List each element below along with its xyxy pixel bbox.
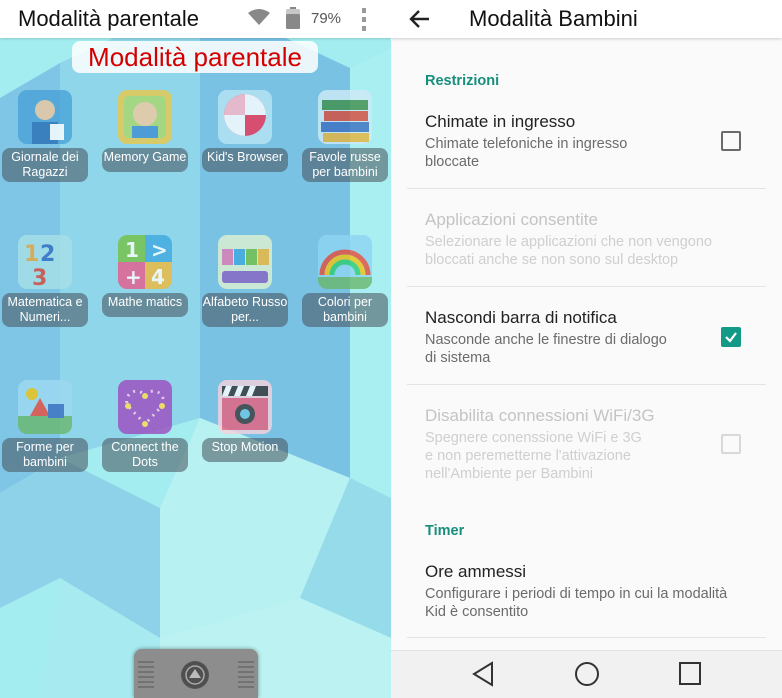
setting-hide-notification-bar-subtitle: Nasconde anche le finestre di dialogo di… bbox=[425, 331, 745, 367]
section-header-timer: Timer bbox=[425, 523, 465, 539]
app-forme-per-bambini[interactable]: Forme per bambini bbox=[2, 380, 88, 480]
launcher-screen: Modalità parentale 79% Modalità parental… bbox=[0, 0, 391, 698]
subtitle-line: Selezionare le applicazioni che non veng… bbox=[425, 234, 712, 250]
svg-text:>: > bbox=[151, 238, 168, 262]
shapes-icon bbox=[18, 380, 72, 434]
app-label: Alfabeto Russo per... bbox=[202, 293, 288, 327]
newspaper-boy-icon bbox=[18, 90, 72, 144]
svg-text:1: 1 bbox=[125, 238, 139, 262]
svg-text:1: 1 bbox=[24, 242, 39, 267]
subtitle-line: Configurare i periodi di tempo in cui la… bbox=[425, 586, 728, 602]
setting-allowed-hours-subtitle: Configurare i periodi di tempo in cui la… bbox=[425, 585, 765, 621]
dots-heart-icon bbox=[118, 380, 172, 434]
divider bbox=[407, 384, 766, 385]
setting-disable-wifi-subtitle: Spegnere conenssione WiFi e 3G e non per… bbox=[425, 429, 745, 483]
subtitle-line: e non peremetterne l'attivazione bbox=[425, 448, 631, 464]
page-title: Modalità Bambini bbox=[469, 6, 638, 31]
app-label: Connect the Dots bbox=[102, 438, 188, 472]
app-label: Giornale dei Ragazzi bbox=[2, 148, 88, 182]
nav-recents-icon[interactable] bbox=[678, 661, 702, 687]
divider bbox=[407, 286, 766, 287]
app-mathematics[interactable]: 1 > +4 Mathe matics bbox=[102, 235, 188, 335]
math-icon: 1 > + 4 bbox=[118, 235, 172, 289]
back-arrow-icon[interactable] bbox=[409, 8, 431, 30]
app-stop-motion[interactable]: Stop Motion bbox=[202, 380, 288, 480]
incoming-calls-checkbox[interactable] bbox=[721, 131, 741, 151]
subtitle-line: Spegnere conenssione WiFi e 3G bbox=[425, 430, 642, 446]
setting-allowed-apps-subtitle: Selezionare le applicazioni che non veng… bbox=[425, 233, 745, 269]
app-colori-per-bambini[interactable]: Colori per bambini bbox=[302, 235, 388, 335]
divider bbox=[407, 188, 766, 189]
app-alfabeto-russo[interactable]: Alfabeto Russo per... bbox=[202, 235, 288, 335]
alphabet-icon bbox=[218, 235, 272, 289]
subtitle-line: bloccati anche se non sono sul desktop bbox=[425, 252, 679, 268]
books-icon bbox=[318, 90, 372, 144]
checkmark-icon bbox=[725, 332, 737, 343]
wifi-icon bbox=[248, 9, 270, 25]
disable-wifi-checkbox bbox=[721, 434, 741, 454]
nav-home-icon[interactable] bbox=[574, 661, 600, 687]
app-label: Stop Motion bbox=[202, 438, 288, 462]
setting-incoming-calls-title[interactable]: Chimate in ingresso bbox=[425, 112, 575, 132]
svg-text:3: 3 bbox=[32, 266, 47, 289]
setting-allowed-hours-title[interactable]: Ore ammessi bbox=[425, 562, 526, 582]
divider bbox=[407, 637, 766, 638]
parental-mode-banner: Modalità parentale bbox=[72, 41, 318, 73]
app-label: Forme per bambini bbox=[2, 438, 88, 472]
dock-handle[interactable] bbox=[134, 649, 258, 698]
subtitle-line: di sistema bbox=[425, 350, 491, 366]
subtitle-line: Chimate telefoniche in ingresso bbox=[425, 136, 628, 152]
svg-text:4: 4 bbox=[151, 265, 165, 289]
app-label: Matematica e Numeri... bbox=[2, 293, 88, 327]
setting-hide-notification-bar-title[interactable]: Nascondi barra di notifica bbox=[425, 308, 617, 328]
app-bar: Modalità Bambini bbox=[391, 0, 782, 38]
app-memory-game[interactable]: Memory Game bbox=[102, 90, 188, 190]
status-bar: Modalità parentale 79% bbox=[0, 0, 391, 38]
subtitle-line: bloccate bbox=[425, 154, 480, 170]
home-up-arrow-icon[interactable] bbox=[181, 661, 209, 689]
section-header-restrictions: Restrizioni bbox=[425, 73, 500, 89]
subtitle-line: nell'Ambiente per Bambini bbox=[425, 466, 593, 482]
app-label: Memory Game bbox=[102, 148, 188, 172]
app-giornale-dei-ragazzi[interactable]: Giornale dei Ragazzi bbox=[2, 90, 88, 190]
app-label: Kid's Browser bbox=[202, 148, 288, 172]
svg-text:+: + bbox=[125, 265, 142, 289]
memory-game-icon bbox=[118, 90, 172, 144]
numbers-icon: 1 23 bbox=[18, 235, 72, 289]
app-label: Colori per bambini bbox=[302, 293, 388, 327]
hide-notification-bar-checkbox[interactable] bbox=[721, 327, 741, 347]
subtitle-line: Nasconde anche le finestre di dialogo bbox=[425, 332, 667, 348]
nav-back-icon[interactable] bbox=[471, 661, 495, 687]
rainbow-icon bbox=[318, 235, 372, 289]
app-connect-the-dots[interactable]: Connect the Dots bbox=[102, 380, 188, 480]
app-label: Mathe matics bbox=[102, 293, 188, 317]
subtitle-line: Kid è consentito bbox=[425, 604, 529, 620]
setting-disable-wifi-title: Disabilita connessioni WiFi/3G bbox=[425, 406, 655, 425]
clapperboard-icon bbox=[218, 380, 272, 434]
app-label: Favole russe per bambini bbox=[302, 148, 388, 182]
navigation-bar bbox=[391, 650, 782, 698]
app-kids-browser[interactable]: Kid's Browser bbox=[202, 90, 288, 190]
kids-mode-settings: Modalità Bambini Restrizioni Chimate in … bbox=[391, 0, 782, 698]
overflow-menu-icon[interactable] bbox=[360, 7, 368, 31]
setting-allowed-apps-title: Applicazioni consentite bbox=[425, 210, 598, 229]
app-favole-russe[interactable]: Favole russe per bambini bbox=[302, 90, 388, 190]
dock-grip-left bbox=[138, 661, 154, 689]
dock-grip-right bbox=[238, 661, 254, 689]
battery-percentage: 79% bbox=[311, 10, 342, 27]
app-matematica[interactable]: 123 Matematica e Numeri... bbox=[2, 235, 88, 335]
svg-text:2: 2 bbox=[40, 242, 55, 267]
setting-incoming-calls-subtitle: Chimate telefoniche in ingresso bloccate bbox=[425, 135, 745, 171]
battery-icon bbox=[286, 7, 300, 29]
status-title: Modalità parentale bbox=[18, 6, 200, 31]
lollipop-icon bbox=[218, 90, 272, 144]
